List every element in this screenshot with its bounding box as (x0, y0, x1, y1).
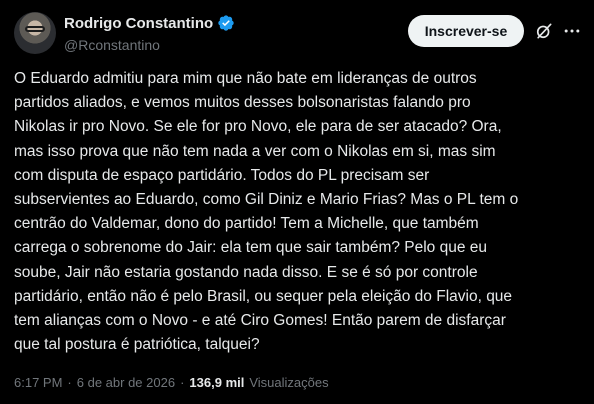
tweet-meta: 6:17 PM · 6 de abr de 2026 · 136,9 mil V… (14, 375, 329, 390)
tweet-date[interactable]: 6 de abr de 2026 (77, 375, 175, 390)
meta-separator: · (180, 375, 185, 390)
views-label: Visualizações (249, 375, 329, 390)
grok-icon[interactable] (534, 21, 554, 41)
tweet-text: O Eduardo admitiu para mim que não bate … (14, 70, 519, 354)
author-handle[interactable]: @Rconstantino (64, 37, 160, 53)
author-display-name[interactable]: Rodrigo Constantino (64, 15, 213, 32)
views-count: 136,9 mil (189, 375, 245, 390)
avatar[interactable] (14, 12, 56, 54)
verified-badge-icon (218, 15, 234, 31)
more-dots-icon[interactable] (562, 21, 582, 41)
avatar-glasses (25, 26, 45, 32)
subscribe-button[interactable]: Inscrever-se (408, 15, 524, 47)
meta-separator: · (67, 375, 72, 390)
author-name-row: Rodrigo Constantino (64, 14, 235, 32)
tweet-time[interactable]: 6:17 PM (14, 375, 62, 390)
